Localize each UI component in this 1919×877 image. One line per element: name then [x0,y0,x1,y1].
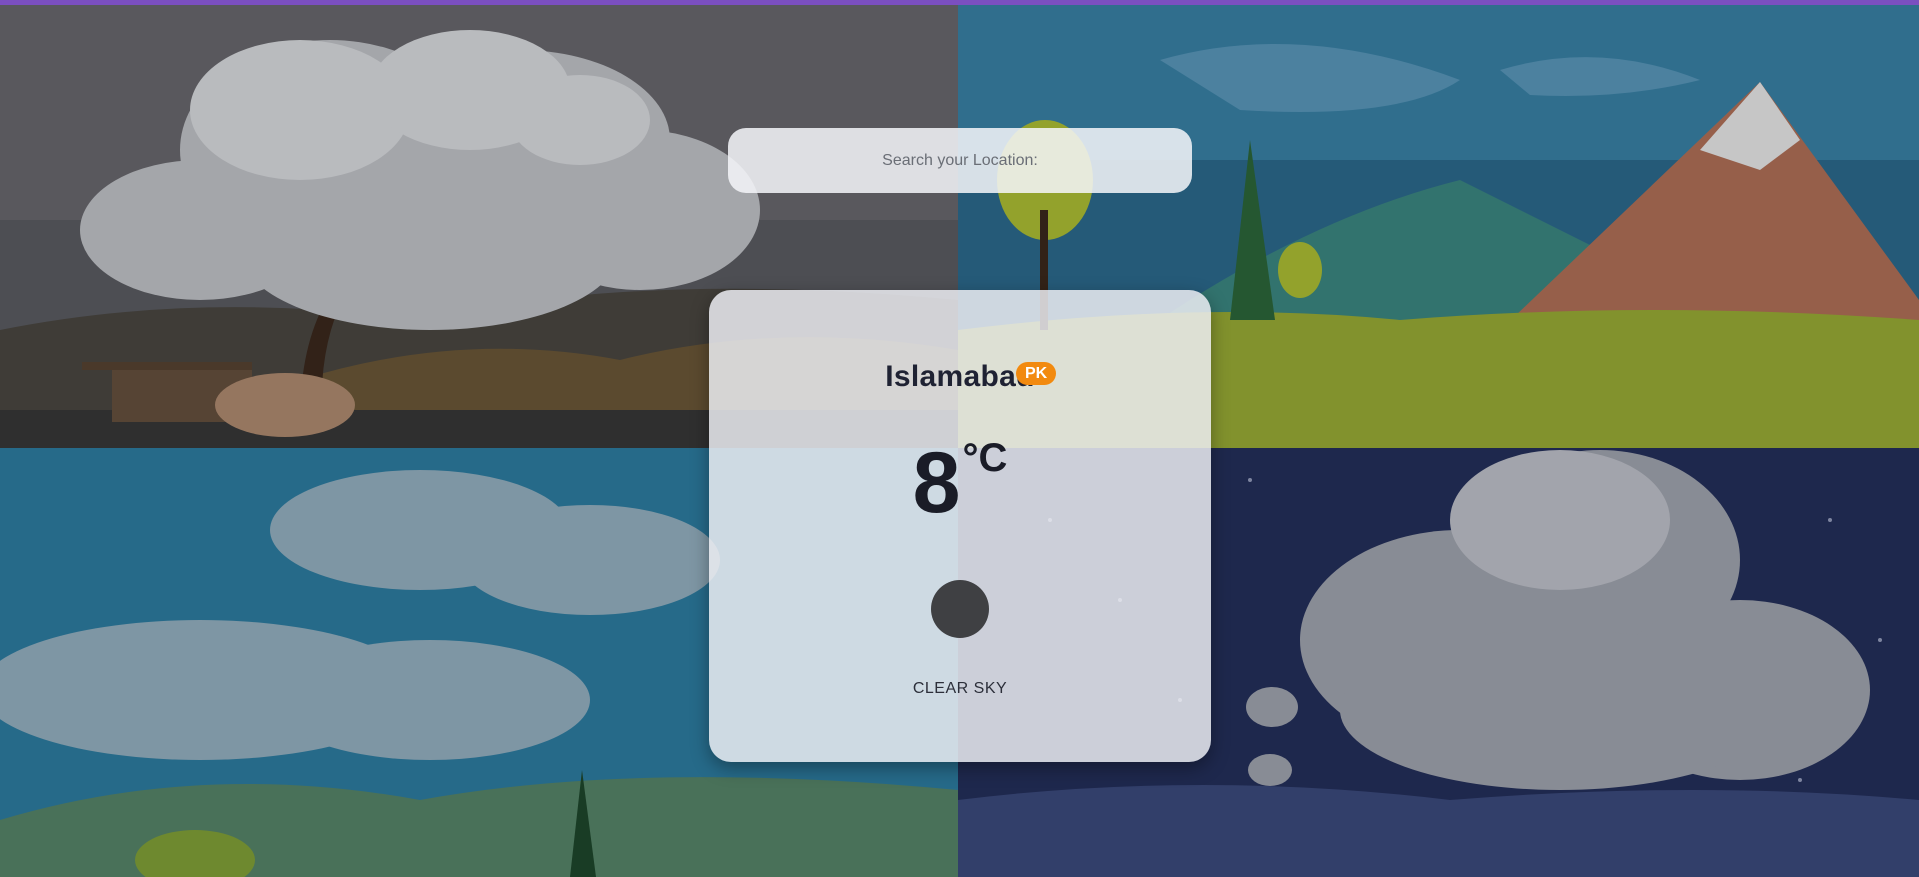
weather-condition-icon [931,580,989,638]
weather-app: Islamabad PK 8°C CLEAR SKY [0,0,1919,877]
temperature-unit: °C [962,436,1008,480]
country-badge: PK [1016,362,1057,385]
location-row: Islamabad [709,360,1211,394]
location-search [728,127,1192,194]
weather-condition-text: CLEAR SKY [912,680,1008,697]
temperature-row: 8°C [709,435,1211,531]
city-name: Islamabad [885,360,1035,393]
weather-card: Islamabad PK 8°C CLEAR SKY [709,290,1211,762]
temperature-value: 8 [912,435,961,531]
search-input[interactable] [728,127,1192,194]
top-accent-bar [0,0,1919,5]
